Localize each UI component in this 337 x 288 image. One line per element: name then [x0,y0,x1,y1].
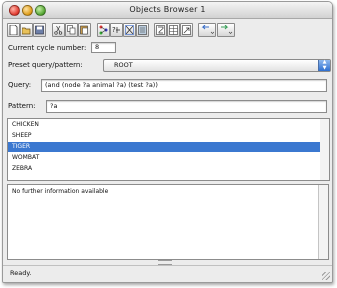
tree-button[interactable] [123,23,136,37]
resize-grip-icon[interactable] [322,272,330,280]
info-text: No further information available [12,188,109,195]
results-list[interactable]: CHICKEN SHEEP TIGER WOMBAT ZEBRA [7,118,321,181]
list-item[interactable]: CHICKEN [8,120,320,130]
relation-icon: ? [112,26,120,34]
info-panel: No further information available [7,184,329,260]
toolbar: ? [7,23,328,38]
open-icon [22,27,31,35]
status-bar: Ready. [3,265,332,282]
paste-button[interactable] [78,23,91,37]
back-arrow-icon [201,25,214,34]
cycle-number-label: Current cycle number: [8,44,87,52]
window-title: Objects Browser 1 [129,5,206,14]
copy-button[interactable] [65,23,78,37]
forward-button[interactable] [217,23,235,37]
preset-query-label: Preset query/pattern: [8,61,83,69]
forward-arrow-icon [221,25,233,34]
query-label: Query: [8,81,32,89]
table-button[interactable] [167,23,180,37]
back-button[interactable] [198,23,216,37]
preset-query-select[interactable]: ROOT ▲ ▼ [103,59,331,72]
cycle-number-field[interactable]: 8 [91,42,116,53]
pattern-label: Pattern: [8,102,36,110]
save-icon [35,25,44,35]
relation-button[interactable]: ? [110,23,123,37]
svg-text:?: ? [112,26,116,34]
objects-browser-window: Objects Browser 1 ? Current cycle number… [2,1,333,283]
query-input[interactable]: (and (node ?a animal ?a) (test ?a)) [41,79,327,92]
table-icon [169,25,178,35]
list-item[interactable]: WOMBAT [8,153,320,163]
paste-icon [80,25,88,35]
list-item[interactable]: SHEEP [8,131,320,141]
network-icon [99,25,108,35]
query-icon [156,25,165,35]
info-scrollbar[interactable] [318,185,328,259]
copy-icon [67,25,76,35]
save-button[interactable] [33,23,46,37]
new-button[interactable] [7,23,20,37]
open-button[interactable] [20,23,33,37]
preset-query-value: ROOT [114,61,133,69]
query-button[interactable] [154,23,167,37]
title-bar[interactable]: Objects Browser 1 [3,2,332,19]
results-scrollbar[interactable] [320,118,330,181]
list-item[interactable]: TIGER [8,142,320,152]
list-item[interactable]: ZEBRA [8,164,320,174]
network-button[interactable] [97,23,110,37]
graph-button[interactable] [136,23,149,37]
export-button[interactable] [180,23,193,37]
status-text: Ready. [10,269,32,277]
export-icon [182,25,191,35]
select-arrows-icon: ▲ ▼ [318,59,330,71]
pattern-input[interactable]: ?a [46,100,327,113]
new-icon [9,25,18,35]
cut-icon [54,25,63,35]
cut-button[interactable] [52,23,65,37]
tree-icon [125,25,134,35]
graph-icon [138,25,147,35]
